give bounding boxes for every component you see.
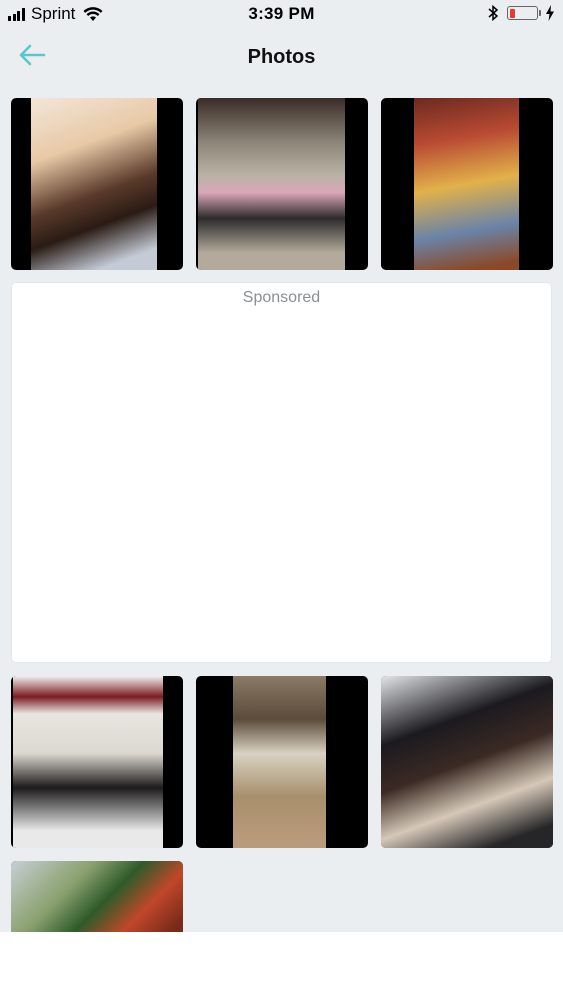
battery-cap	[539, 10, 541, 16]
charging-icon	[546, 5, 554, 21]
bottom-area	[0, 932, 563, 1000]
photo-1[interactable]	[11, 98, 183, 270]
status-right	[487, 5, 555, 21]
photo-5[interactable]	[196, 676, 368, 848]
sponsored-ad[interactable]: Sponsored	[11, 282, 552, 663]
photo-4[interactable]	[11, 676, 183, 848]
photo-7[interactable]	[11, 861, 183, 932]
page-title: Photos	[247, 46, 316, 68]
photo-3[interactable]	[381, 98, 553, 270]
photo-2[interactable]	[196, 98, 368, 270]
photo-6[interactable]	[381, 676, 553, 848]
bluetooth-icon	[488, 5, 499, 21]
battery-level	[509, 8, 515, 18]
battery-icon	[507, 6, 538, 20]
status-bar: Sprint 3:39 PM	[0, 0, 563, 30]
sponsored-label: Sponsored	[242, 289, 321, 306]
nav-bar: Photos	[0, 30, 563, 86]
status-time: 3:39 PM	[248, 4, 315, 23]
